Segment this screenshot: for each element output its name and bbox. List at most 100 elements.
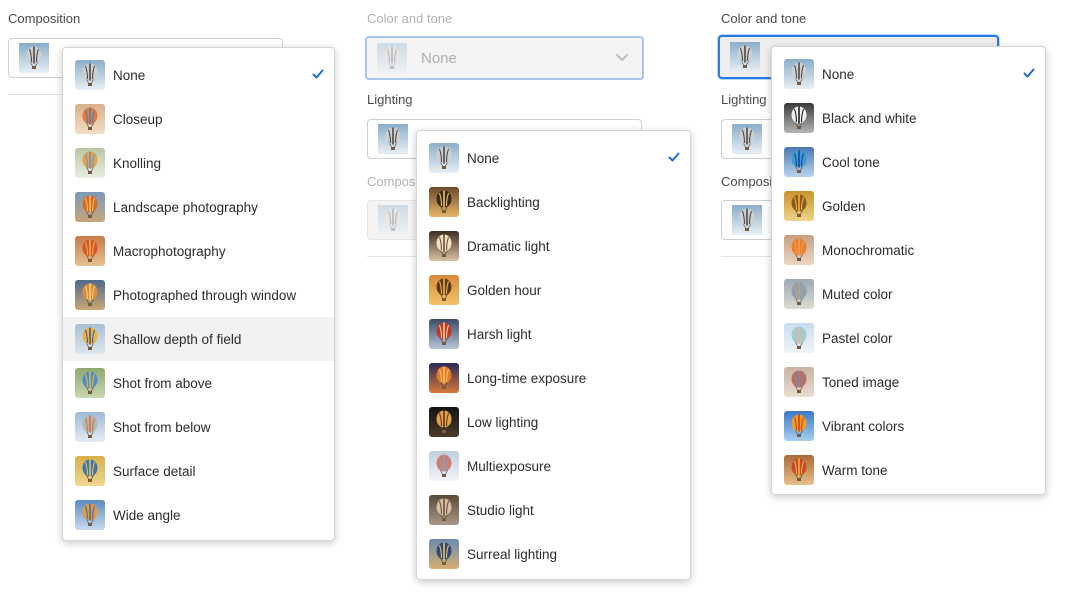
thumbnail-monochromatic bbox=[784, 235, 814, 265]
menu-item-label: Knolling bbox=[113, 155, 162, 171]
menu-item-harsh-light[interactable]: Harsh light bbox=[417, 312, 690, 356]
thumbnail-long-time-exposure bbox=[429, 363, 459, 393]
thumbnail-photographed-through-window bbox=[75, 280, 105, 310]
thumbnail-golden-hour bbox=[429, 275, 459, 305]
menu-item-shallow-depth-of-field[interactable]: Shallow depth of field bbox=[63, 317, 334, 361]
menu-item-label: Shallow depth of field bbox=[113, 331, 242, 347]
checkmark-icon bbox=[1023, 68, 1035, 78]
composition-picker-middle-thumb bbox=[378, 205, 408, 235]
thumbnail-surface-detail bbox=[75, 456, 105, 486]
menu-item-label: Surface detail bbox=[113, 463, 196, 479]
thumbnail-cool-tone bbox=[784, 147, 814, 177]
menu-item-label: Multiexposure bbox=[467, 458, 552, 474]
color-tone-picker[interactable]: None bbox=[365, 36, 644, 80]
menu-item-landscape-photography[interactable]: Landscape photography bbox=[63, 185, 334, 229]
menu-item-macrophotography[interactable]: Macrophotography bbox=[63, 229, 334, 273]
menu-item-label: Muted color bbox=[822, 286, 893, 302]
menu-item-label: Long-time exposure bbox=[467, 370, 587, 386]
thumbnail-landscape-photography bbox=[75, 192, 105, 222]
menu-item-none[interactable]: None bbox=[417, 136, 690, 180]
menu-item-shot-from-below[interactable]: Shot from below bbox=[63, 405, 334, 449]
menu-item-surface-detail[interactable]: Surface detail bbox=[63, 449, 334, 493]
thumbnail-knolling bbox=[75, 148, 105, 178]
thumbnail-muted-color bbox=[784, 279, 814, 309]
composition-label: Composition bbox=[8, 11, 81, 26]
checkmark-icon bbox=[312, 69, 324, 79]
menu-item-toned-image[interactable]: Toned image bbox=[772, 360, 1045, 404]
lighting-menu: None Backlighting Dramatic light Golden hou… bbox=[416, 130, 691, 580]
lighting-picker-thumb bbox=[378, 124, 408, 154]
menu-item-monochromatic[interactable]: Monochromatic bbox=[772, 228, 1045, 272]
menu-item-label: None bbox=[822, 66, 855, 82]
menu-item-photographed-through-window[interactable]: Photographed through window bbox=[63, 273, 334, 317]
menu-item-cool-tone[interactable]: Cool tone bbox=[772, 140, 1045, 184]
menu-item-muted-color[interactable]: Muted color bbox=[772, 272, 1045, 316]
thumbnail-toned-image bbox=[784, 367, 814, 397]
menu-item-label: Low lighting bbox=[467, 414, 539, 430]
menu-item-label: Wide angle bbox=[113, 507, 181, 523]
lighting-label-right: Lighting bbox=[721, 92, 767, 107]
composition-menu: None Closeup Knolling Landscape photography… bbox=[62, 47, 335, 541]
menu-item-knolling[interactable]: Knolling bbox=[63, 141, 334, 185]
thumbnail-shallow-depth-of-field bbox=[75, 324, 105, 354]
menu-item-label: Golden hour bbox=[467, 282, 542, 298]
checkmark-icon bbox=[668, 152, 680, 162]
menu-item-wide-angle[interactable]: Wide angle bbox=[63, 493, 334, 537]
composition-picker-right-thumb bbox=[732, 205, 762, 235]
menu-item-label: Vibrant colors bbox=[822, 418, 905, 434]
menu-item-black-and-white[interactable]: Black and white bbox=[772, 96, 1045, 140]
menu-item-none[interactable]: None bbox=[772, 52, 1045, 96]
menu-item-label: Photographed through window bbox=[113, 287, 297, 303]
menu-item-pastel-color[interactable]: Pastel color bbox=[772, 316, 1045, 360]
menu-item-dramatic-light[interactable]: Dramatic light bbox=[417, 224, 690, 268]
menu-item-label: Dramatic light bbox=[467, 238, 550, 254]
menu-item-warm-tone[interactable]: Warm tone bbox=[772, 448, 1045, 492]
color-tone-picker-thumb bbox=[377, 43, 407, 73]
thumbnail-shot-from-above bbox=[75, 368, 105, 398]
menu-item-label: None bbox=[113, 67, 146, 83]
thumbnail-multiexposure bbox=[429, 451, 459, 481]
thumbnail-harsh-light bbox=[429, 319, 459, 349]
divider bbox=[8, 94, 63, 95]
menu-item-backlighting[interactable]: Backlighting bbox=[417, 180, 690, 224]
menu-item-label: Monochromatic bbox=[822, 242, 915, 258]
composition-picker-thumb bbox=[19, 43, 49, 73]
menu-item-label: Studio light bbox=[467, 502, 534, 518]
menu-item-none[interactable]: None bbox=[63, 53, 334, 97]
menu-item-multiexposure[interactable]: Multiexposure bbox=[417, 444, 690, 488]
menu-item-label: Macrophotography bbox=[113, 243, 226, 259]
lighting-label: Lighting bbox=[367, 92, 413, 107]
color-tone-label: Color and tone bbox=[367, 11, 453, 26]
menu-item-surreal-lighting[interactable]: Surreal lighting bbox=[417, 532, 690, 576]
menu-item-shot-from-above[interactable]: Shot from above bbox=[63, 361, 334, 405]
menu-item-studio-light[interactable]: Studio light bbox=[417, 488, 690, 532]
menu-item-label: Closeup bbox=[113, 111, 163, 127]
menu-item-label: Landscape photography bbox=[113, 199, 258, 215]
menu-item-label: Toned image bbox=[822, 374, 900, 390]
menu-item-label: Cool tone bbox=[822, 154, 880, 170]
menu-item-vibrant-colors[interactable]: Vibrant colors bbox=[772, 404, 1045, 448]
menu-item-golden[interactable]: Golden bbox=[772, 184, 1045, 228]
thumbnail-vibrant-colors bbox=[784, 411, 814, 441]
thumbnail-shot-from-below bbox=[75, 412, 105, 442]
menu-item-long-time-exposure[interactable]: Long-time exposure bbox=[417, 356, 690, 400]
thumbnail-backlighting bbox=[429, 187, 459, 217]
composition-label-middle: Composi bbox=[367, 174, 419, 189]
menu-item-label: Surreal lighting bbox=[467, 546, 558, 562]
color-tone-menu: None Black and white Cool tone Golden Monoch… bbox=[771, 46, 1046, 495]
thumbnail-none bbox=[784, 59, 814, 89]
chevron-down-icon bbox=[616, 54, 628, 61]
composition-label-right: Composi bbox=[721, 174, 773, 189]
menu-item-label: Golden bbox=[822, 198, 866, 214]
thumbnail-pastel-color bbox=[784, 323, 814, 353]
menu-item-label: Pastel color bbox=[822, 330, 893, 346]
divider bbox=[721, 256, 771, 257]
menu-item-low-lighting[interactable]: Low lighting bbox=[417, 400, 690, 444]
thumbnail-warm-tone bbox=[784, 455, 814, 485]
lighting-picker-right-thumb bbox=[732, 124, 762, 154]
menu-item-closeup[interactable]: Closeup bbox=[63, 97, 334, 141]
menu-item-golden-hour[interactable]: Golden hour bbox=[417, 268, 690, 312]
color-tone-label-right: Color and tone bbox=[721, 11, 807, 26]
thumbnail-none bbox=[75, 60, 105, 90]
thumbnail-golden bbox=[784, 191, 814, 221]
